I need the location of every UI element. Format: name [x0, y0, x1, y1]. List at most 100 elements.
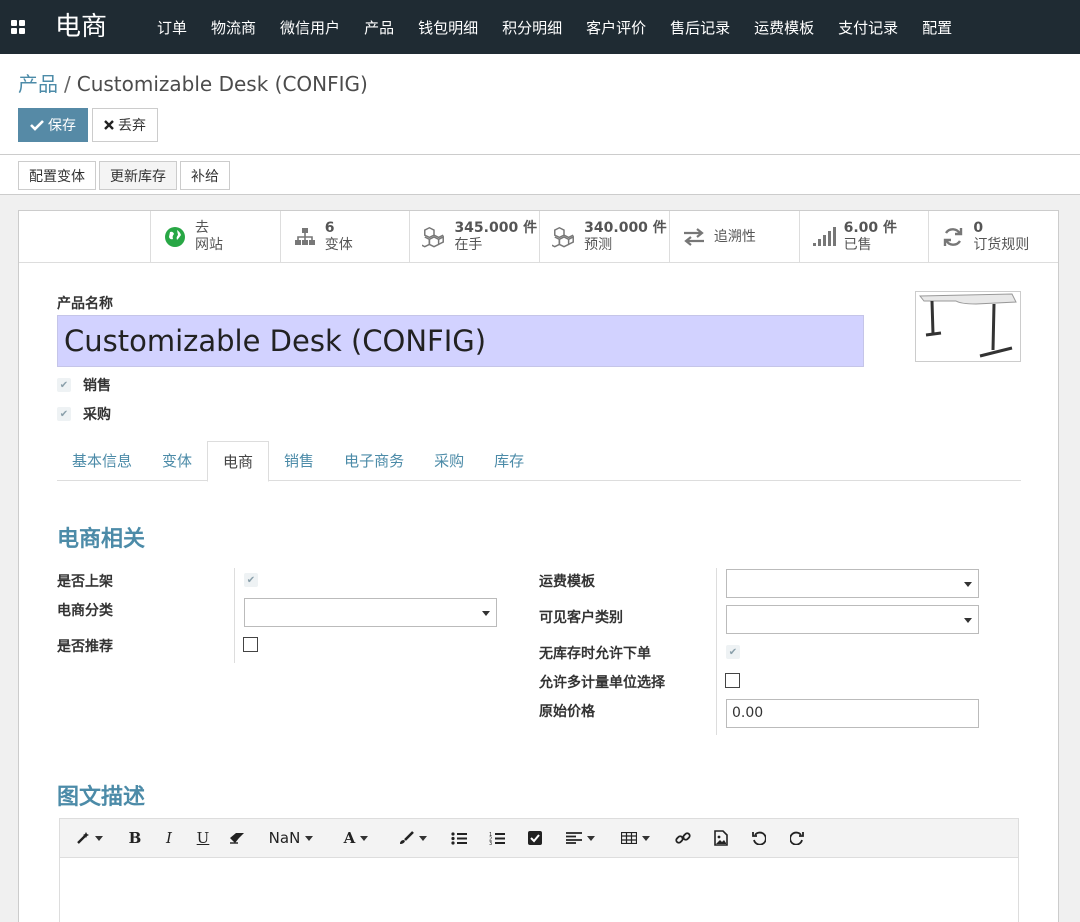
- discard-button[interactable]: 丢弃: [92, 108, 158, 142]
- ordered-list-button[interactable]: 123: [478, 818, 516, 858]
- link-button[interactable]: [664, 818, 702, 858]
- website-bottom: 网站: [195, 237, 223, 253]
- description-section-title: 图文描述: [57, 785, 146, 810]
- refresh-icon: [941, 225, 965, 249]
- menu-item-8[interactable]: 运费模板: [742, 17, 826, 38]
- reorder-rules-smart-button[interactable]: 0 订货规则: [928, 211, 1058, 263]
- control-panel: 产品 / Customizable Desk (CONFIG) 保存 丢弃: [0, 54, 1080, 155]
- on-hand-label: 在手: [454, 237, 483, 253]
- original-price-input[interactable]: 0.00: [726, 699, 979, 728]
- category-select[interactable]: [244, 598, 497, 627]
- tab-variants[interactable]: 变体: [147, 441, 207, 481]
- shipping-template-label: 运费模板: [539, 574, 595, 590]
- app-brand[interactable]: 电商: [55, 0, 107, 54]
- forecast-smart-button[interactable]: 340.000 件预测: [539, 211, 669, 263]
- unordered-list-button[interactable]: [440, 818, 478, 858]
- purchase-ok-checkbox[interactable]: ✔: [57, 407, 71, 421]
- clear-format-button[interactable]: [220, 818, 254, 858]
- sale-ok-checkbox[interactable]: ✔: [57, 378, 71, 392]
- align-dropdown[interactable]: [554, 818, 606, 858]
- forecast-qty: 340.000 件: [584, 220, 667, 236]
- tab-general-info[interactable]: 基本信息: [57, 441, 147, 481]
- redo-button[interactable]: [778, 818, 816, 858]
- multi-uom-checkbox[interactable]: [725, 673, 740, 688]
- paint-dropdown[interactable]: [384, 818, 440, 858]
- font-size-value: NaN: [268, 829, 301, 847]
- style-dropdown[interactable]: [60, 818, 118, 858]
- on-hand-qty: 345.000 件: [454, 220, 538, 236]
- breadcrumb-separator: /: [64, 72, 71, 96]
- image-button[interactable]: [702, 818, 740, 858]
- replenish-button[interactable]: 补给: [180, 161, 230, 190]
- font-color-dropdown[interactable]: A: [328, 818, 384, 858]
- product-image[interactable]: [915, 291, 1021, 362]
- tab-purchase[interactable]: 采购: [419, 441, 479, 481]
- sitemap-icon: [293, 225, 317, 249]
- website-smart-button[interactable]: 去网站: [150, 211, 280, 263]
- original-price-label: 原始价格: [539, 704, 595, 720]
- update-stock-button[interactable]: 更新库存: [99, 161, 177, 190]
- font-size-dropdown[interactable]: NaN: [254, 818, 328, 858]
- menu-item-6[interactable]: 客户评价: [574, 17, 658, 38]
- bold-button[interactable]: B: [118, 818, 152, 858]
- menu-item-2[interactable]: 微信用户: [268, 17, 352, 38]
- list-ul-icon: [451, 831, 467, 845]
- configure-variants-button[interactable]: 配置变体: [18, 161, 96, 190]
- traceability-label: 追溯性: [713, 229, 756, 245]
- menu-item-4[interactable]: 钱包明细: [406, 17, 490, 38]
- multi-uom-label: 允许多计量单位选择: [539, 675, 665, 691]
- underline-button[interactable]: U: [186, 818, 220, 858]
- sold-smart-button[interactable]: 6.00 件已售: [798, 211, 929, 263]
- tab-ecommerce[interactable]: 电商: [207, 441, 270, 482]
- link-icon: [675, 832, 691, 844]
- image-icon: [714, 830, 728, 846]
- save-button[interactable]: 保存: [18, 108, 88, 142]
- tab-inventory[interactable]: 库存: [479, 441, 539, 481]
- top-navbar: 电商 订单 物流商 微信用户 产品 钱包明细 积分明细 客户评价 售后记录 运费模板 支付记录 配置: [0, 0, 1080, 54]
- product-name-input[interactable]: Customizable Desk (CONFIG): [57, 315, 864, 367]
- check-icon: [30, 120, 44, 131]
- variants-count: 6: [324, 220, 335, 236]
- discard-button-label: 丢弃: [118, 118, 146, 134]
- published-checkbox[interactable]: ✔: [244, 573, 258, 587]
- tab-e-business[interactable]: 电子商务: [329, 441, 419, 481]
- main-menu: 订单 物流商 微信用户 产品 钱包明细 积分明细 客户评价 售后记录 运费模板 支付记录 配置: [145, 0, 964, 54]
- checklist-button[interactable]: [516, 818, 554, 858]
- recommended-checkbox[interactable]: [243, 637, 258, 652]
- published-label: 是否上架: [57, 574, 113, 590]
- bold-icon: B: [128, 829, 142, 847]
- visible-customer-select[interactable]: [726, 605, 979, 634]
- cubes-icon: [422, 225, 446, 249]
- magic-wand-icon: [76, 832, 89, 844]
- tab-sales[interactable]: 销售: [269, 441, 329, 481]
- menu-item-10[interactable]: 配置: [910, 17, 964, 38]
- allow-no-stock-label: 无库存时允许下单: [539, 646, 651, 662]
- close-icon: [104, 120, 114, 130]
- traceability-smart-button[interactable]: 追溯性: [668, 211, 799, 263]
- undo-button[interactable]: [740, 818, 778, 858]
- product-name-label: 产品名称: [57, 296, 113, 312]
- menu-item-1[interactable]: 物流商: [199, 17, 268, 38]
- table-dropdown[interactable]: [606, 818, 664, 858]
- on-hand-smart-button[interactable]: 345.000 件在手: [409, 211, 539, 263]
- variants-smart-button[interactable]: 6 变体: [279, 211, 410, 263]
- sold-label: 已售: [843, 237, 872, 253]
- apps-menu-icon[interactable]: [11, 20, 25, 34]
- allow-no-stock-checkbox[interactable]: ✔: [726, 645, 740, 659]
- description-editor[interactable]: [59, 857, 1019, 922]
- globe-icon: [163, 225, 187, 249]
- shipping-template-select[interactable]: [726, 569, 979, 598]
- exchange-icon: [682, 225, 706, 249]
- italic-button[interactable]: I: [152, 818, 186, 858]
- signal-icon: [812, 225, 836, 249]
- eraser-icon: [230, 833, 244, 844]
- visible-customer-label: 可见客户类别: [539, 610, 623, 626]
- smart-buttons: 去网站 6 变体 345.000 件在手 340.000 件预测 追溯性 6.0…: [19, 211, 1058, 263]
- menu-item-5[interactable]: 积分明细: [490, 17, 574, 38]
- menu-item-3[interactable]: 产品: [352, 17, 406, 38]
- menu-item-7[interactable]: 售后记录: [658, 17, 742, 38]
- menu-item-0[interactable]: 订单: [145, 17, 199, 38]
- breadcrumb-parent[interactable]: 产品: [18, 72, 58, 96]
- menu-item-9[interactable]: 支付记录: [826, 17, 910, 38]
- website-top: 去: [195, 220, 209, 236]
